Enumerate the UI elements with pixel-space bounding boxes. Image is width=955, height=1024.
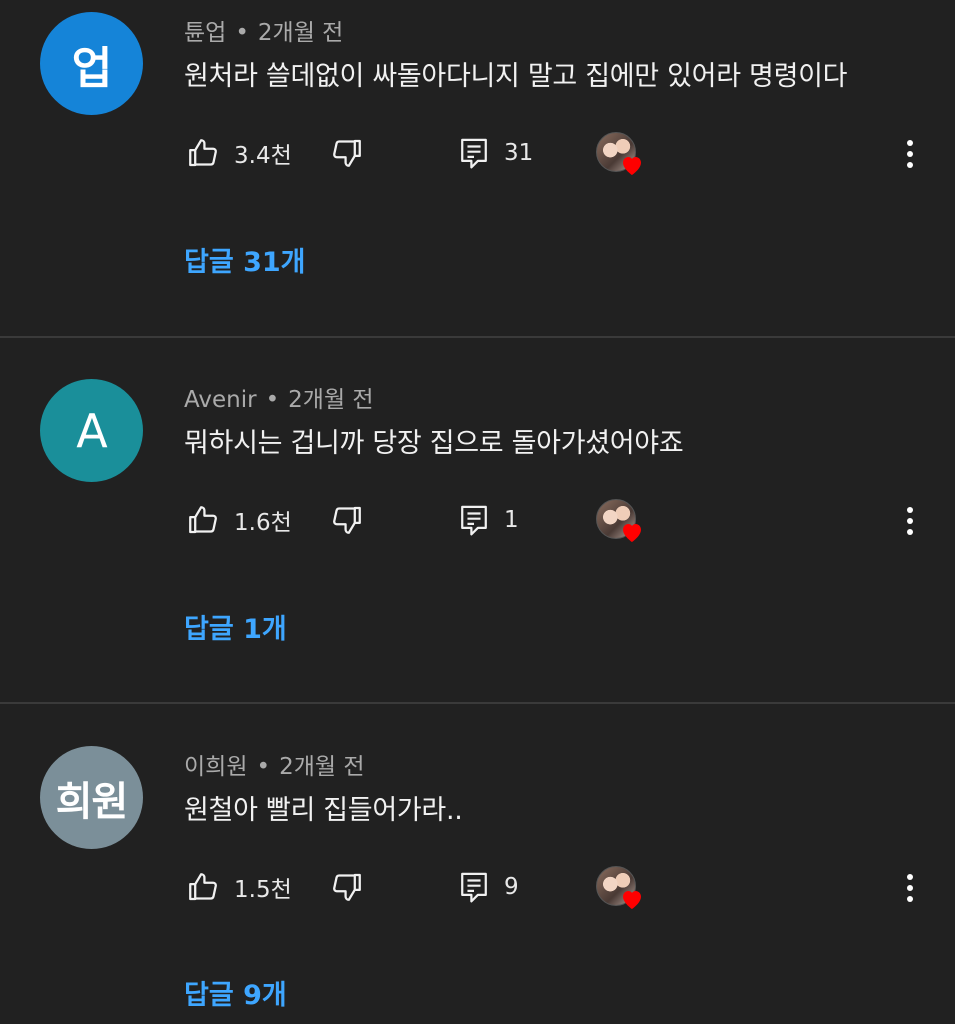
reply-button[interactable]: 31 [458, 136, 533, 170]
view-replies-link[interactable]: 답글 1개 [184, 607, 287, 646]
comment-time[interactable]: 2개월 전 [279, 754, 364, 780]
comment-author[interactable]: 이희원 [184, 754, 247, 780]
comment-meta: Avenir • 2개월 전 [184, 380, 374, 414]
meta-separator: • [235, 20, 249, 46]
avatar-text: 희원 [55, 778, 129, 825]
like-button[interactable]: 3.4천 [186, 136, 292, 170]
avatar[interactable]: A [40, 379, 143, 482]
more-vert-icon [907, 507, 913, 513]
comment-icon [458, 136, 490, 170]
reply-button[interactable]: 9 [458, 870, 519, 904]
meta-separator: • [256, 754, 271, 780]
more-options-button[interactable] [896, 503, 924, 539]
dislike-button[interactable] [330, 503, 364, 537]
avatar-text: A [76, 403, 107, 458]
more-options-button[interactable] [896, 870, 924, 906]
thumbs-down-icon [330, 870, 364, 904]
creator-heart [596, 866, 641, 910]
reply-count: 1 [504, 507, 519, 533]
dislike-button[interactable] [330, 136, 364, 170]
like-button[interactable]: 1.5천 [186, 870, 292, 904]
avatar-text: 업 [71, 42, 112, 94]
more-options-button[interactable] [896, 136, 924, 172]
view-replies-link[interactable]: 답글 31개 [184, 240, 306, 279]
view-replies-link[interactable]: 답글 9개 [184, 973, 287, 1012]
divider [0, 336, 955, 338]
thumbs-up-icon [186, 870, 220, 904]
comment-author[interactable]: 튠업 [184, 20, 226, 46]
comment-text: 원처라 쓸데없이 싸돌아다니지 말고 집에만 있어라 명령이다 [184, 61, 848, 92]
comment-meta: 튠업 • 2개월 전 [184, 13, 343, 47]
creator-heart [596, 499, 641, 543]
like-count: 1.6천 [234, 510, 292, 536]
creator-heart-icon [620, 888, 644, 914]
like-button[interactable]: 1.6천 [186, 503, 292, 537]
creator-heart-icon [620, 521, 644, 547]
like-count: 1.5천 [234, 877, 292, 903]
thumbs-up-icon [186, 136, 220, 170]
avatar[interactable]: 업 [40, 12, 143, 115]
comment-text: 뭐하시는 겁니까 당장 집으로 돌아가셨어야죠 [184, 428, 684, 459]
thumbs-up-icon [186, 503, 220, 537]
more-vert-icon [907, 874, 913, 880]
comment-icon [458, 870, 490, 904]
meta-separator: • [265, 387, 280, 413]
like-count: 3.4천 [234, 143, 292, 169]
avatar[interactable]: 희원 [40, 746, 143, 849]
creator-heart [596, 132, 641, 176]
reply-count: 31 [504, 140, 534, 166]
reply-button[interactable]: 1 [458, 503, 519, 537]
comment-time[interactable]: 2개월 전 [288, 387, 373, 413]
comment-author[interactable]: Avenir [184, 387, 257, 413]
dislike-button[interactable] [330, 870, 364, 904]
divider [0, 702, 955, 704]
creator-heart-icon [620, 154, 644, 180]
comment-text: 원철아 빨리 집들어가라.. [184, 795, 463, 826]
thumbs-down-icon [330, 503, 364, 537]
thumbs-down-icon [330, 136, 364, 170]
comment-time[interactable]: 2개월 전 [258, 20, 343, 46]
comment-meta: 이희원 • 2개월 전 [184, 747, 365, 781]
reply-count: 9 [504, 874, 519, 900]
more-vert-icon [907, 140, 913, 146]
comment-icon [458, 503, 490, 537]
